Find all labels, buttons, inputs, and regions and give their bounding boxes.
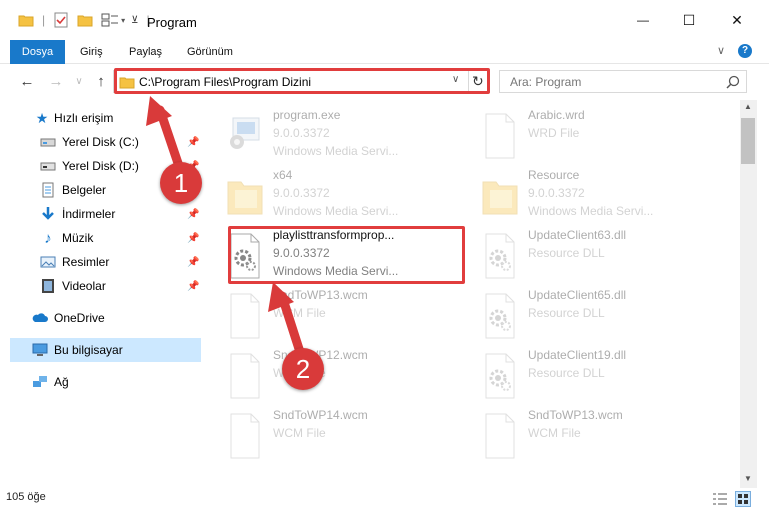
annotation-arrows [146, 96, 305, 357]
step-marker-2: 2 [282, 348, 324, 390]
arrow-2 [268, 282, 305, 357]
tiles-view-icon[interactable] [735, 491, 751, 507]
status-bar: 105 öğe [0, 488, 769, 510]
item-count: 105 öğe [6, 491, 46, 503]
bottom-strip [0, 510, 769, 523]
details-view-icon[interactable] [712, 492, 728, 506]
step-marker-1: 1 [160, 162, 202, 204]
